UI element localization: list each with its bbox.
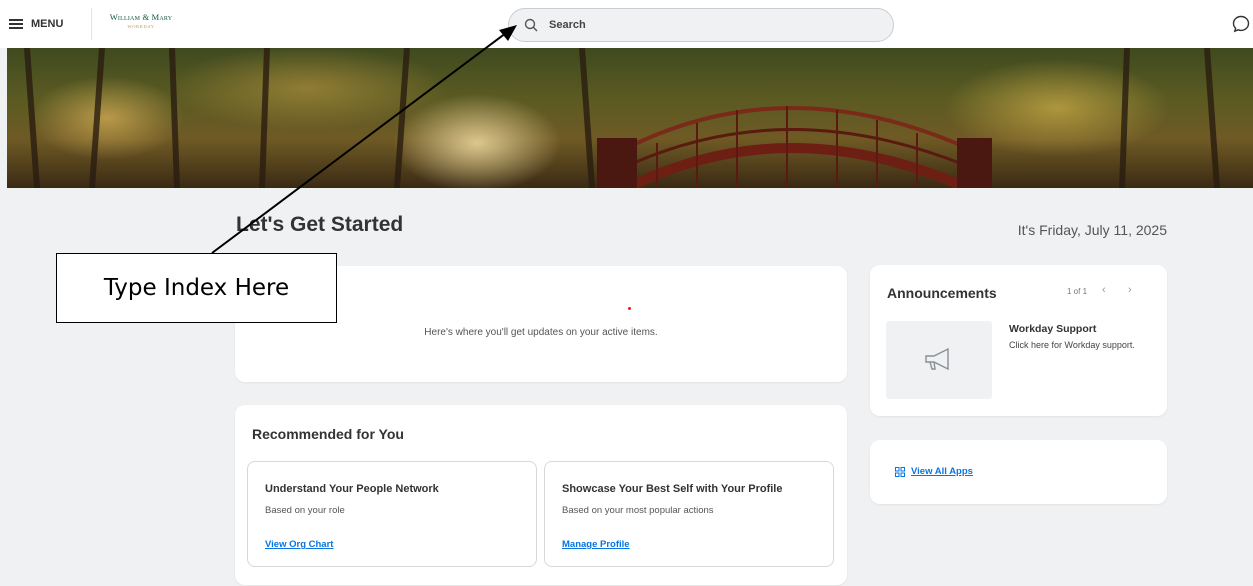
annotation-callout: Type Index Here bbox=[56, 253, 337, 323]
